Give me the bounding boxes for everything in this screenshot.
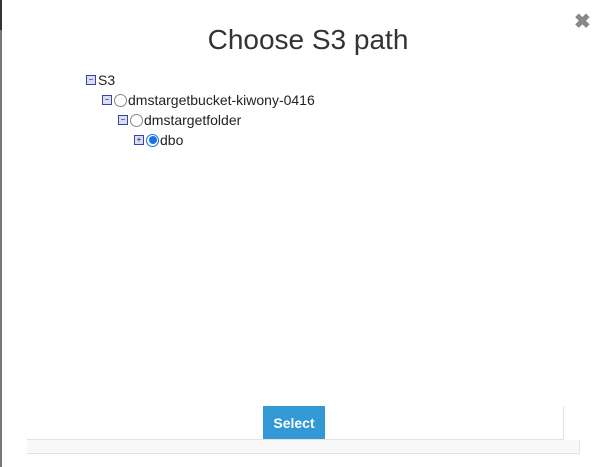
tree-node-label[interactable]: dmstargetbucket-kiwony-0416 bbox=[128, 92, 315, 108]
tree-node-s3: − S3 bbox=[86, 70, 115, 90]
bucket-radio[interactable] bbox=[114, 93, 127, 107]
folder-radio[interactable] bbox=[130, 113, 143, 127]
tree-node-label[interactable]: dmstargetfolder bbox=[144, 112, 241, 128]
tree-node-bucket: − dmstargetbucket-kiwony-0416 bbox=[102, 90, 315, 110]
select-button[interactable]: Select bbox=[263, 406, 325, 439]
footer-strip bbox=[27, 440, 580, 454]
collapse-icon[interactable]: − bbox=[86, 75, 96, 85]
dialog-title: Choose S3 path bbox=[207, 24, 409, 55]
collapse-icon[interactable]: − bbox=[102, 95, 112, 105]
dbo-radio[interactable] bbox=[146, 133, 159, 147]
collapse-icon[interactable]: − bbox=[118, 115, 128, 125]
tree-node-dbo: + dbo bbox=[134, 130, 183, 150]
tree-node-folder: − dmstargetfolder bbox=[118, 110, 241, 130]
expand-icon[interactable]: + bbox=[134, 135, 144, 145]
tree-node-label[interactable]: dbo bbox=[160, 132, 183, 148]
window-edge bbox=[0, 0, 2, 467]
tree-node-label[interactable]: S3 bbox=[98, 72, 115, 88]
